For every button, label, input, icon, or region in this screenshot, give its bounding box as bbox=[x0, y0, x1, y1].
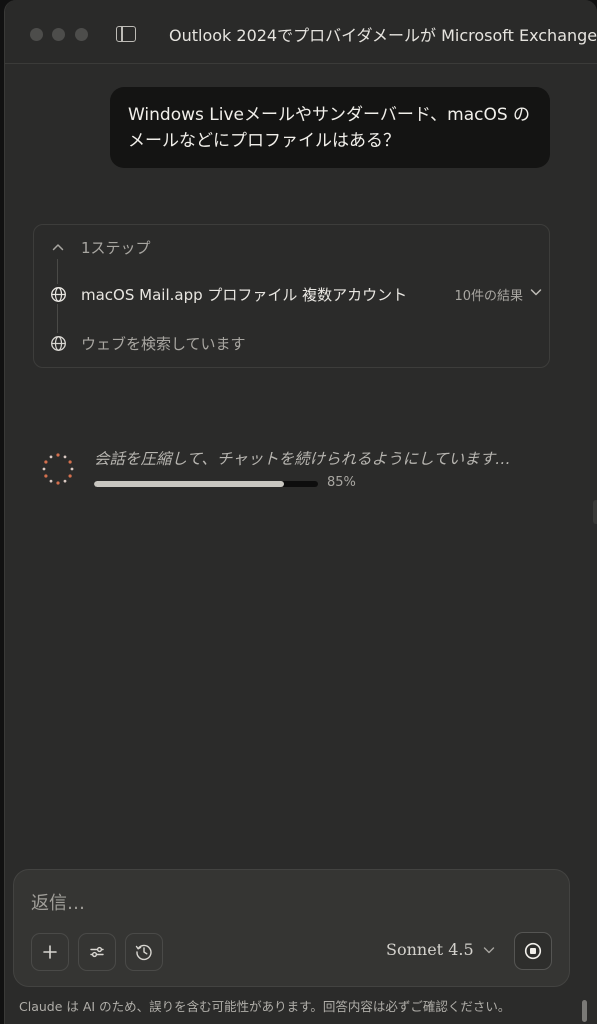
steps-header[interactable]: 1ステップ bbox=[48, 235, 543, 259]
app-window: Outlook 2024でプロバイダメールが Microsoft Exchang… bbox=[4, 0, 597, 1024]
ai-disclaimer: Claude は AI のため、誤りを含む可能性があります。回答内容は必ずご確認… bbox=[19, 999, 511, 1014]
chevron-up-icon bbox=[48, 237, 68, 257]
chevron-down-icon bbox=[483, 946, 494, 953]
step-item-searching: ウェブを検索しています bbox=[48, 331, 543, 355]
result-count: 10件の結果 bbox=[454, 288, 523, 304]
tools-button[interactable] bbox=[78, 933, 116, 971]
side-panel-handle[interactable] bbox=[593, 500, 597, 524]
stop-generation-button[interactable] bbox=[514, 932, 552, 970]
compress-status-text: 会話を圧縮して、チャットを続けられるようにしています… bbox=[94, 450, 511, 468]
zoom-window-button[interactable] bbox=[75, 28, 88, 41]
steps-header-label: 1ステップ bbox=[81, 238, 151, 257]
compress-progress-bar bbox=[94, 481, 318, 487]
model-selector[interactable]: Sonnet 4.5 bbox=[386, 940, 496, 959]
user-message-bubble: Windows Liveメールやサンダーバード、macOS のメールなどにプロフ… bbox=[110, 87, 550, 168]
clock-history-icon bbox=[135, 944, 152, 961]
globe-icon bbox=[48, 284, 68, 304]
sidebar-toggle-icon[interactable] bbox=[116, 26, 136, 42]
sliders-icon bbox=[90, 946, 104, 958]
step-item-label: ウェブを検索しています bbox=[81, 334, 246, 353]
compress-progress-fill bbox=[94, 481, 285, 487]
close-window-button[interactable] bbox=[30, 28, 43, 41]
reply-input[interactable] bbox=[31, 888, 551, 918]
minimize-window-button[interactable] bbox=[52, 28, 65, 41]
globe-icon bbox=[48, 333, 68, 353]
chevron-down-icon[interactable] bbox=[529, 284, 543, 303]
plus-icon bbox=[43, 945, 57, 959]
model-name: Sonnet 4.5 bbox=[386, 940, 474, 959]
step-item-search-result[interactable]: macOS Mail.app プロファイル 複数アカウント 10件の結果 bbox=[48, 282, 543, 306]
add-attachment-button[interactable] bbox=[31, 933, 69, 971]
window-title: Outlook 2024でプロバイダメールが Microsoft Exchang… bbox=[169, 26, 597, 45]
title-bar: Outlook 2024でプロバイダメールが Microsoft Exchang… bbox=[5, 0, 597, 64]
tool-steps-panel: 1ステップ macOS Mail.app プロファイル 複数アカウント 10件の… bbox=[33, 224, 550, 368]
stop-icon bbox=[524, 942, 542, 960]
loading-spinner-icon bbox=[42, 453, 74, 485]
step-item-label: macOS Mail.app プロファイル 複数アカウント bbox=[81, 285, 408, 304]
composer: Sonnet 4.5 bbox=[13, 869, 570, 987]
compress-progress-label: 85% bbox=[327, 475, 356, 490]
scrollbar[interactable] bbox=[582, 1000, 587, 1022]
history-button[interactable] bbox=[125, 933, 163, 971]
